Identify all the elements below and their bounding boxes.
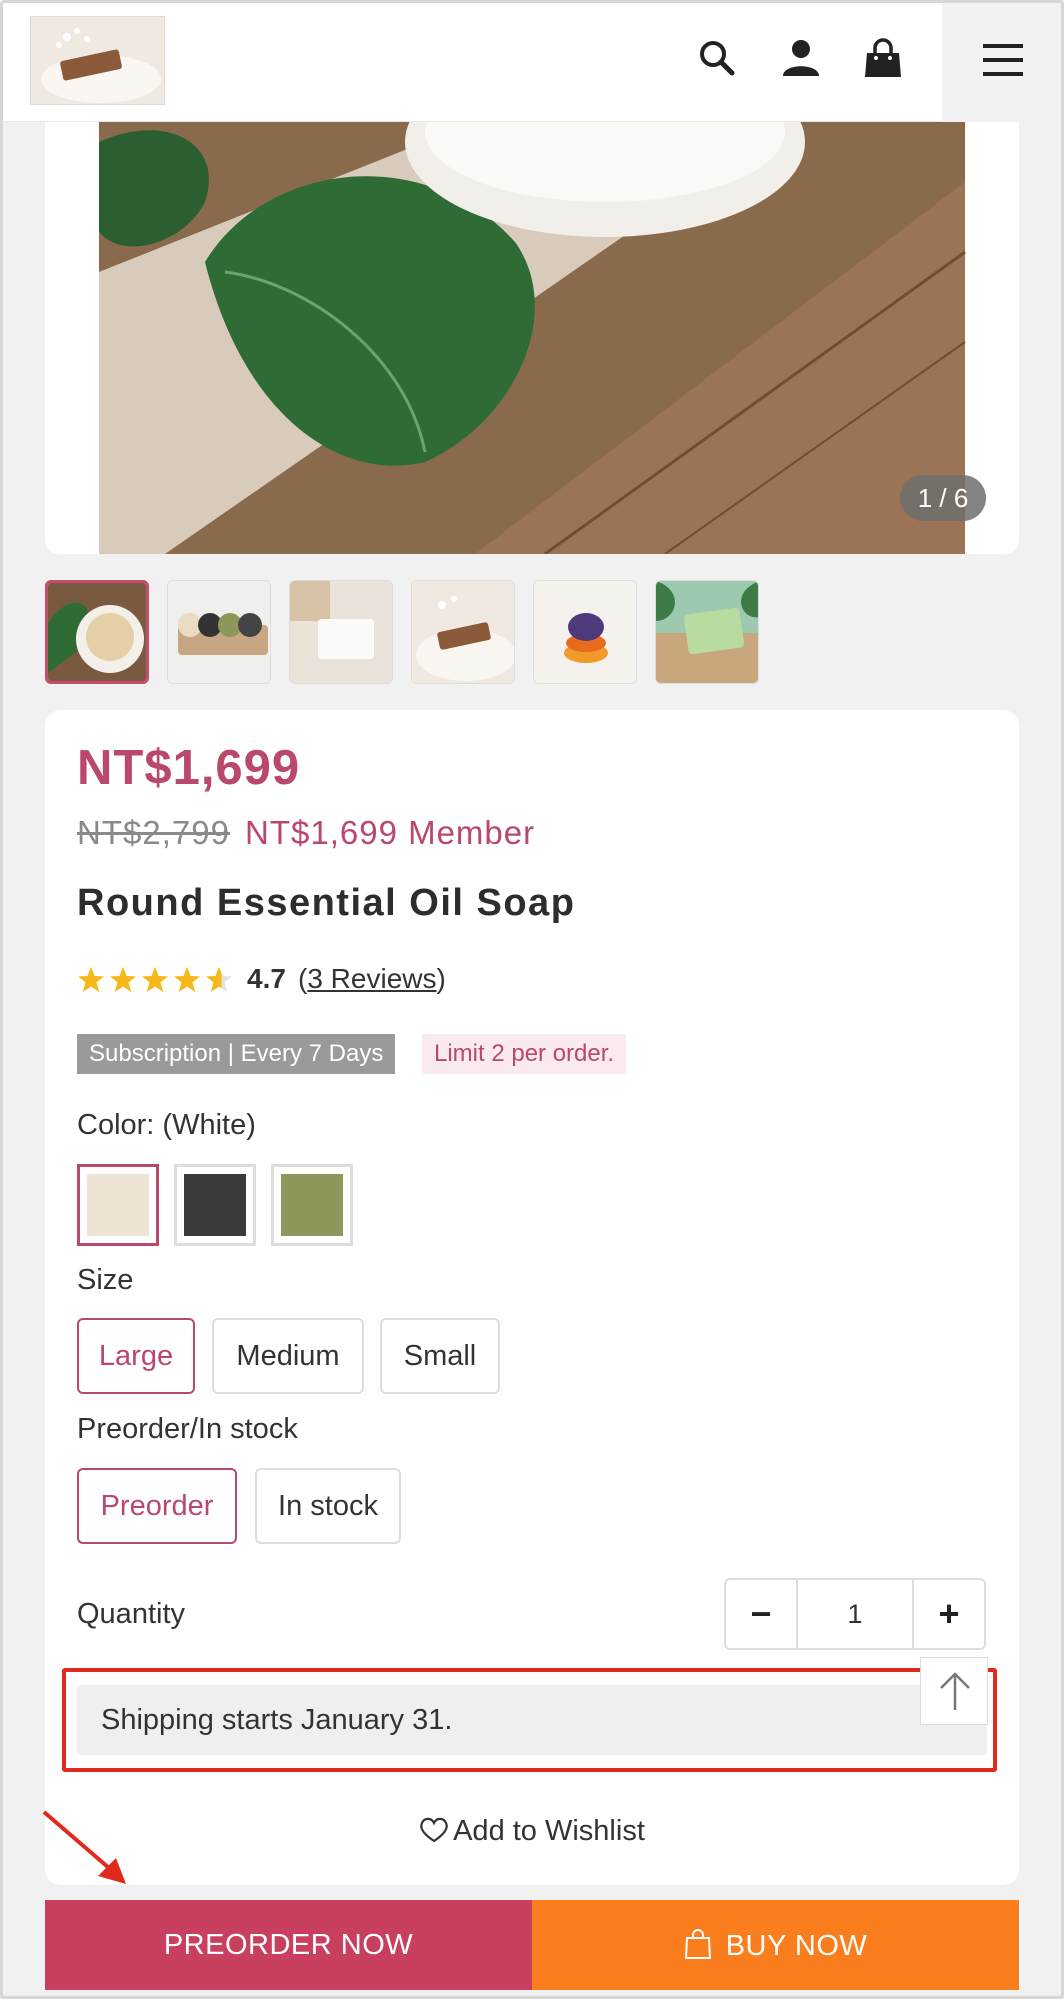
- quantity-stepper: − 1 +: [724, 1578, 986, 1650]
- size-option-large[interactable]: Large: [77, 1318, 195, 1394]
- thumbnail-5[interactable]: [533, 580, 637, 684]
- rating-reviews: (3 Reviews): [298, 963, 446, 995]
- cart-icon[interactable]: [861, 36, 905, 80]
- image-counter: 1 / 6: [900, 475, 986, 521]
- search-icon[interactable]: [695, 36, 739, 80]
- quantity-decrement-button[interactable]: −: [726, 1580, 798, 1648]
- subscription-tag: Subscription | Every 7 Days: [77, 1034, 396, 1074]
- red-arrow-annotation-icon: [42, 1810, 126, 1884]
- half-star-icon: [206, 967, 232, 992]
- wishlist-label: Add to Wishlist: [453, 1815, 645, 1847]
- thumbnail-6[interactable]: [655, 580, 759, 684]
- quantity-increment-button[interactable]: +: [912, 1580, 984, 1648]
- sale-price: NT$1,699: [77, 741, 301, 795]
- quantity-value[interactable]: 1: [798, 1580, 912, 1648]
- paren-open: (: [298, 963, 308, 994]
- heart-icon: [420, 1817, 448, 1843]
- star-icon: [174, 967, 200, 992]
- color-label: Color: (White): [77, 1109, 256, 1141]
- original-price: NT$2,799: [77, 814, 230, 851]
- thumbnail-1[interactable]: [45, 580, 149, 684]
- size-label: Size: [77, 1264, 134, 1296]
- site-header: [0, 0, 1064, 122]
- color-swatch-white[interactable]: [77, 1164, 159, 1246]
- menu-icon: [983, 44, 1023, 76]
- store-logo[interactable]: [30, 16, 165, 105]
- thumbnail-2[interactable]: [167, 580, 271, 684]
- rating-value: 4.7: [247, 963, 286, 994]
- shipping-note-highlight: [62, 1668, 997, 1772]
- color-swatch-black[interactable]: [174, 1164, 256, 1246]
- star-icon: [142, 967, 168, 992]
- thumbnail-4[interactable]: [411, 580, 515, 684]
- availability-label: Preorder/In stock: [77, 1413, 298, 1445]
- member-price: NT$1,699 Member: [245, 814, 536, 851]
- rating-stars: [78, 967, 232, 992]
- shopping-bag-icon: [684, 1928, 711, 1959]
- user-icon[interactable]: [779, 36, 823, 80]
- availability-option-preorder[interactable]: Preorder: [77, 1468, 237, 1544]
- buy-now-label: BUY NOW: [725, 1929, 868, 1962]
- paren-close: ): [436, 963, 446, 994]
- quantity-label: Quantity: [77, 1598, 185, 1630]
- availability-option-instock[interactable]: In stock: [255, 1468, 401, 1544]
- scroll-to-top-button[interactable]: [920, 1657, 988, 1725]
- arrow-up-icon: [940, 1672, 970, 1710]
- size-option-small[interactable]: Small: [380, 1318, 500, 1394]
- product-title: Round Essential Oil Soap: [77, 882, 576, 924]
- preorder-now-button[interactable]: PREORDER NOW: [45, 1900, 532, 1990]
- limit-tag: Limit 2 per order.: [422, 1034, 627, 1074]
- thumbnail-3[interactable]: [289, 580, 393, 684]
- add-to-wishlist-link[interactable]: Add to Wishlist: [45, 1815, 1019, 1848]
- product-main-image[interactable]: [45, 122, 1019, 554]
- star-icon: [110, 967, 136, 992]
- color-swatch-olive[interactable]: [271, 1164, 353, 1246]
- star-icon: [78, 967, 104, 992]
- reviews-link[interactable]: 3 Reviews: [307, 963, 436, 994]
- buy-now-button[interactable]: BUY NOW: [532, 1900, 1019, 1990]
- menu-button[interactable]: [942, 0, 1064, 122]
- size-option-medium[interactable]: Medium: [212, 1318, 364, 1394]
